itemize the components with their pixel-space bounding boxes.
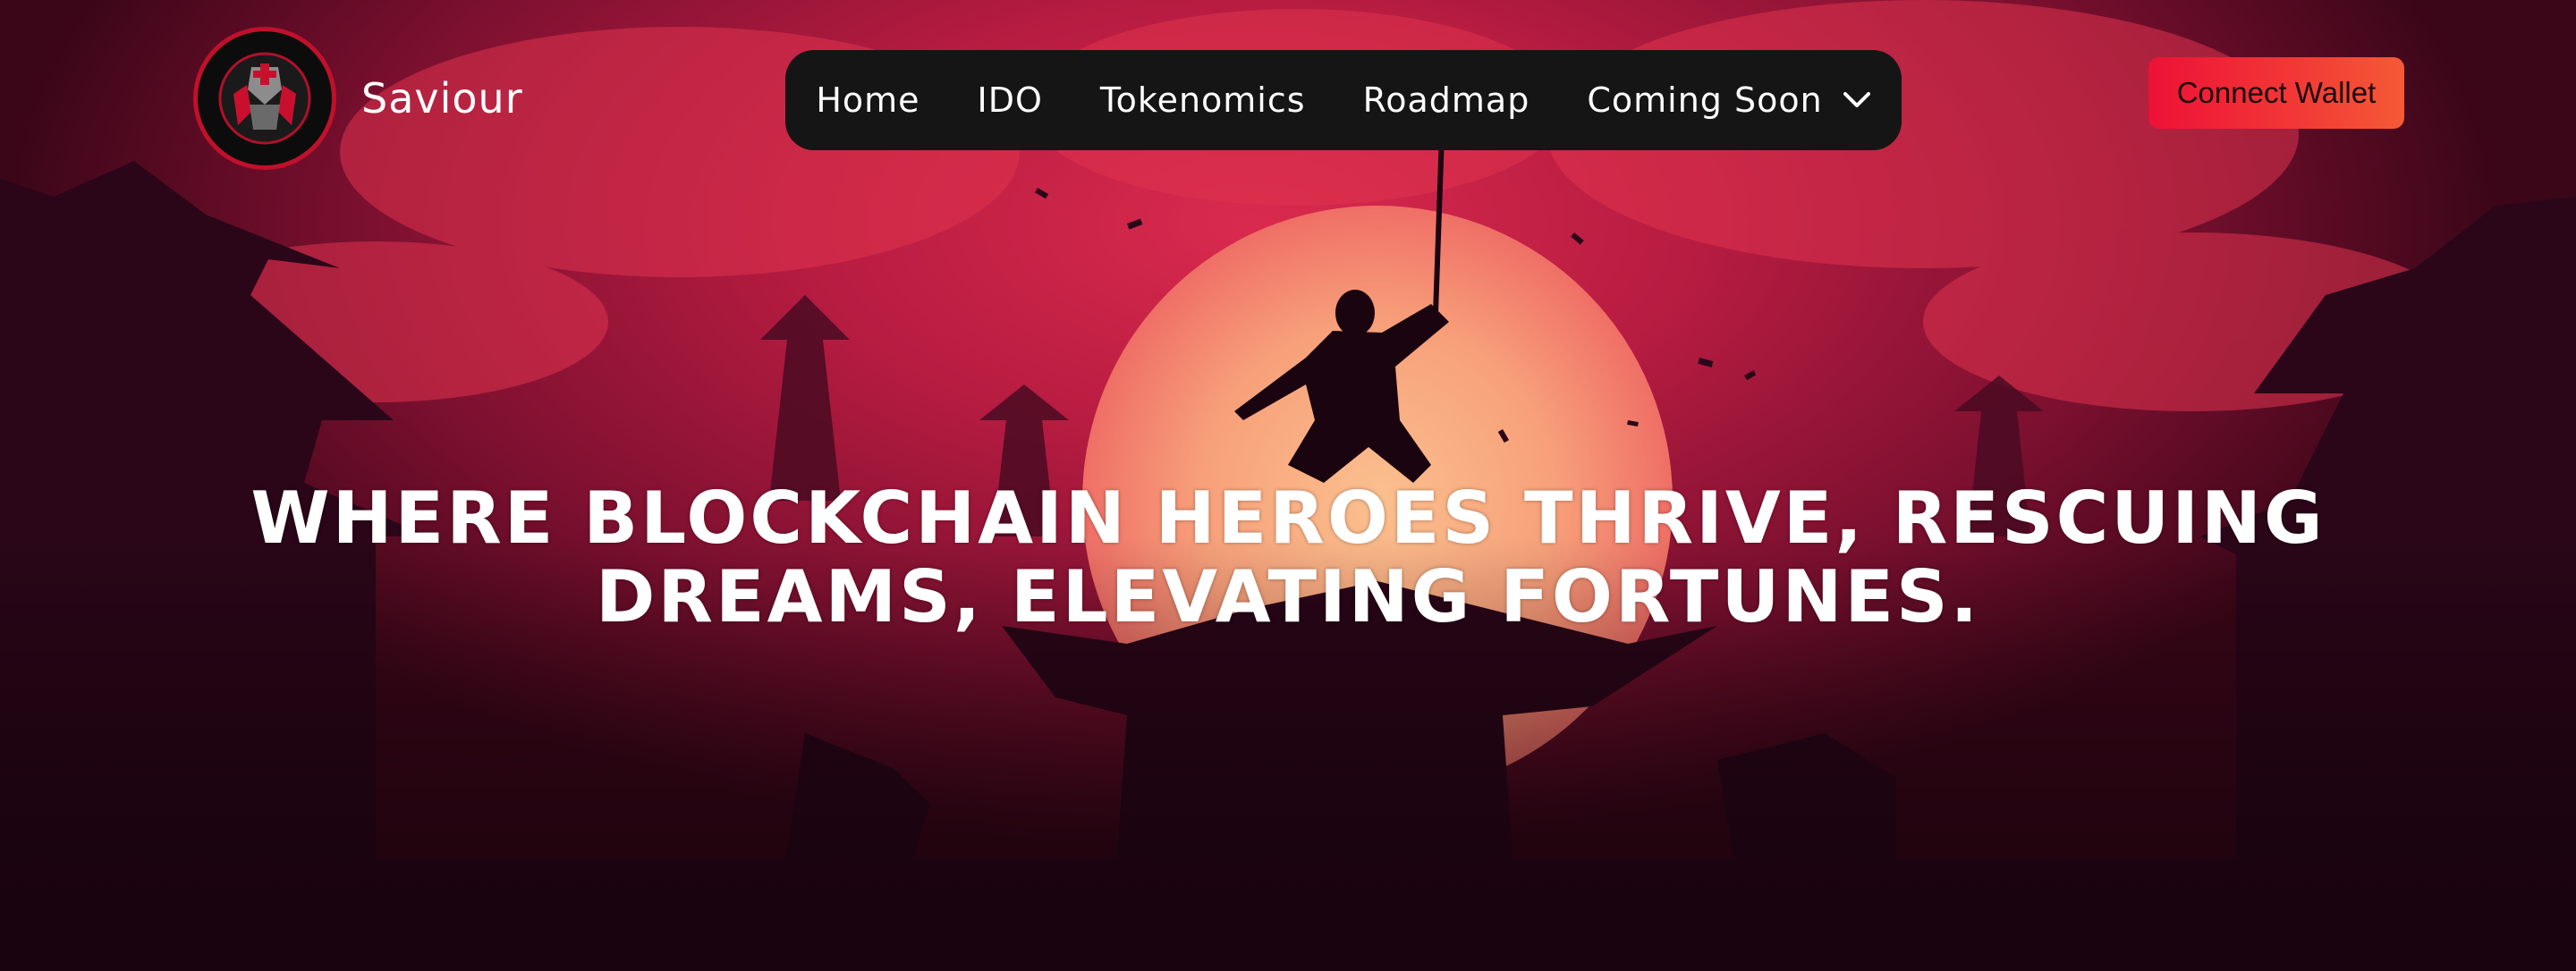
- chevron-down-icon: [1843, 92, 1870, 107]
- nav-coming-soon-label: Coming Soon: [1587, 80, 1823, 120]
- nav-ido[interactable]: IDO: [978, 80, 1043, 120]
- nav-roadmap[interactable]: Roadmap: [1363, 80, 1530, 120]
- connect-wallet-button[interactable]: Connect Wallet: [2148, 57, 2404, 129]
- hero-headline-line1: WHERE BLOCKCHAIN HEROES THRIVE, RESCUING: [250, 477, 2326, 560]
- nav-tokenomics[interactable]: Tokenomics: [1100, 80, 1306, 120]
- main-nav: Home IDO Tokenomics Roadmap Coming Soon: [785, 50, 1902, 150]
- brand[interactable]: Saviour: [193, 27, 523, 170]
- samurai-mask-icon: [193, 27, 336, 170]
- hero-headline-line2: DREAMS, ELEVATING FORTUNES.: [595, 555, 1981, 638]
- hero-section: Saviour Home IDO Tokenomics Roadmap Comi…: [0, 0, 2576, 971]
- nav-coming-soon-dropdown[interactable]: Coming Soon: [1587, 80, 1870, 120]
- hero-headline: WHERE BLOCKCHAIN HEROES THRIVE, RESCUING…: [215, 479, 2361, 637]
- nav-home[interactable]: Home: [816, 80, 919, 120]
- brand-name: Saviour: [361, 74, 523, 122]
